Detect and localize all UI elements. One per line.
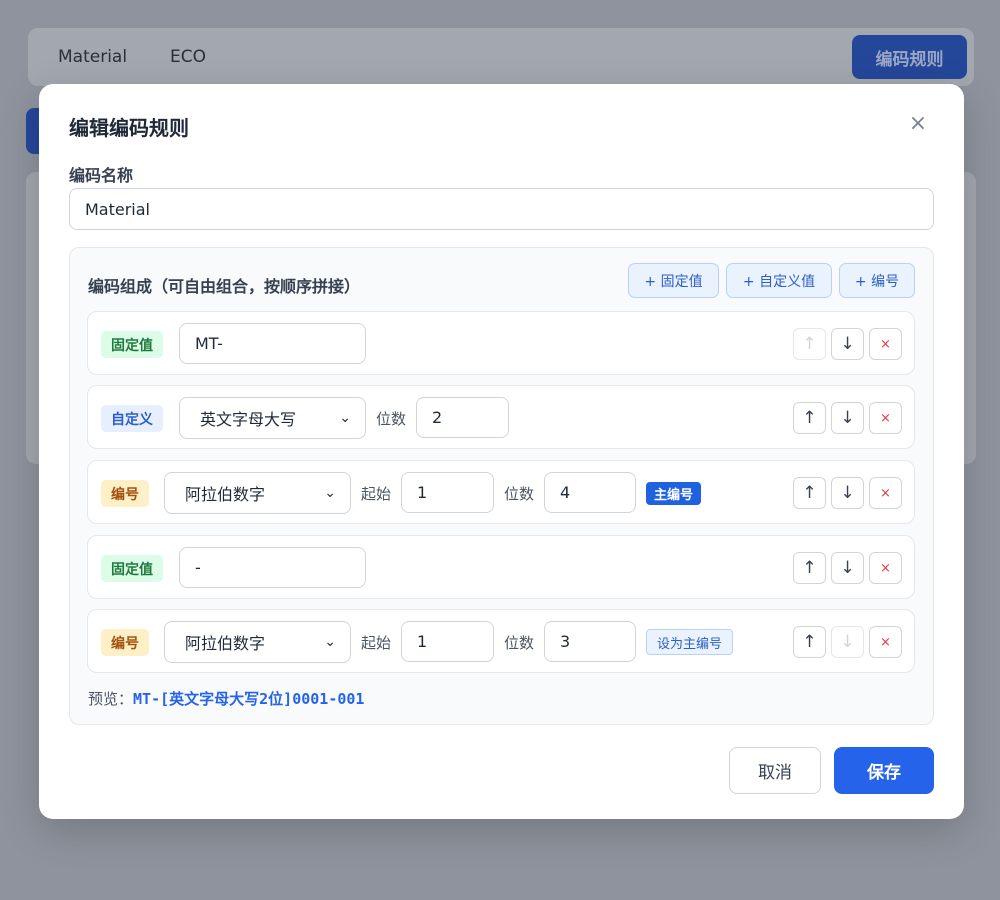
segment-row: 编号 阿拉伯数字 ⌄ 起始 位数 主编号 ↑ ↓ × xyxy=(87,460,915,524)
serial-type-select-value: 阿拉伯数字 xyxy=(185,485,266,504)
serial-type-select-value: 阿拉伯数字 xyxy=(185,634,266,653)
digits-input[interactable] xyxy=(416,397,509,438)
move-up-button[interactable]: ↑ xyxy=(793,477,826,509)
add-custom-value-button[interactable]: + 自定义值 xyxy=(726,263,832,298)
move-up-button[interactable]: ↑ xyxy=(793,402,826,434)
code-preview: 预览：MT-[英文字母大写2位]0001-001 xyxy=(88,688,364,709)
serial-type-select[interactable]: 阿拉伯数字 ⌄ xyxy=(164,472,351,514)
digits-input[interactable] xyxy=(544,472,636,513)
delete-segment-button[interactable]: × xyxy=(869,552,902,584)
modal-title: 编辑编码规则 xyxy=(69,116,189,140)
segment-type-tag: 编号 xyxy=(101,629,149,656)
segment-type-tag: 固定值 xyxy=(101,555,163,582)
segment-row: 固定值 ↑ ↓ × xyxy=(87,535,915,599)
code-name-label: 编码名称 xyxy=(69,166,134,185)
composition-title: 编码组成（可自由组合，按顺序拼接） xyxy=(88,277,361,296)
chevron-down-icon: ⌄ xyxy=(324,485,336,501)
cancel-button[interactable]: 取消 xyxy=(729,747,821,794)
custom-type-select[interactable]: 英文字母大写 ⌄ xyxy=(179,397,366,439)
move-up-button[interactable]: ↑ xyxy=(793,552,826,584)
move-down-button[interactable]: ↓ xyxy=(831,552,864,584)
digits-input[interactable] xyxy=(544,621,636,662)
preview-code: MT-[英文字母大写2位]0001-001 xyxy=(133,690,365,708)
move-up-button[interactable]: ↑ xyxy=(793,626,826,658)
close-icon[interactable]: × xyxy=(906,112,930,136)
chevron-down-icon: ⌄ xyxy=(324,634,336,650)
edit-code-rule-modal: 编辑编码规则 × 编码名称 编码组成（可自由组合，按顺序拼接） + 固定值 + … xyxy=(39,84,964,819)
segment-row: 自定义 英文字母大写 ⌄ 位数 ↑ ↓ × xyxy=(87,385,915,449)
segment-type-tag: 自定义 xyxy=(101,405,163,432)
digits-label: 位数 xyxy=(504,634,535,652)
digits-label: 位数 xyxy=(504,485,535,503)
segment-row: 固定值 ↑ ↓ × xyxy=(87,311,915,375)
delete-segment-button[interactable]: × xyxy=(869,626,902,658)
preview-label: 预览： xyxy=(88,690,134,708)
delete-segment-button[interactable]: × xyxy=(869,328,902,360)
background-code-rule-button: 编码规则 xyxy=(852,35,967,79)
set-main-serial-button[interactable]: 设为主编号 xyxy=(646,629,734,655)
code-name-input[interactable] xyxy=(69,188,934,230)
add-serial-button[interactable]: + 编号 xyxy=(839,263,915,298)
background-tab-material: Material xyxy=(58,47,128,67)
fixed-value-input[interactable] xyxy=(179,323,366,364)
digits-label: 位数 xyxy=(376,410,407,428)
delete-segment-button[interactable]: × xyxy=(869,402,902,434)
save-button[interactable]: 保存 xyxy=(834,747,934,794)
move-down-button[interactable]: ↓ xyxy=(831,626,864,658)
chevron-down-icon: ⌄ xyxy=(339,410,351,426)
main-serial-badge: 主编号 xyxy=(646,482,702,505)
move-down-button[interactable]: ↓ xyxy=(831,328,864,360)
start-label: 起始 xyxy=(361,634,392,652)
segment-row: 编号 阿拉伯数字 ⌄ 起始 位数 设为主编号 ↑ ↓ × xyxy=(87,609,915,673)
serial-type-select[interactable]: 阿拉伯数字 ⌄ xyxy=(164,621,351,663)
move-up-button[interactable]: ↑ xyxy=(793,328,826,360)
move-down-button[interactable]: ↓ xyxy=(831,477,864,509)
background-tab-eco: ECO xyxy=(170,47,206,67)
start-input[interactable] xyxy=(401,472,494,513)
start-label: 起始 xyxy=(361,485,392,503)
fixed-value-input[interactable] xyxy=(179,547,366,588)
segment-type-tag: 固定值 xyxy=(101,331,163,358)
code-composition-panel: 编码组成（可自由组合，按顺序拼接） + 固定值 + 自定义值 + 编号 固定值 … xyxy=(69,247,934,725)
custom-type-select-value: 英文字母大写 xyxy=(200,410,297,429)
segment-type-tag: 编号 xyxy=(101,480,149,507)
move-down-button[interactable]: ↓ xyxy=(831,402,864,434)
add-fixed-value-button[interactable]: + 固定值 xyxy=(628,263,719,298)
delete-segment-button[interactable]: × xyxy=(869,477,902,509)
start-input[interactable] xyxy=(401,621,494,662)
